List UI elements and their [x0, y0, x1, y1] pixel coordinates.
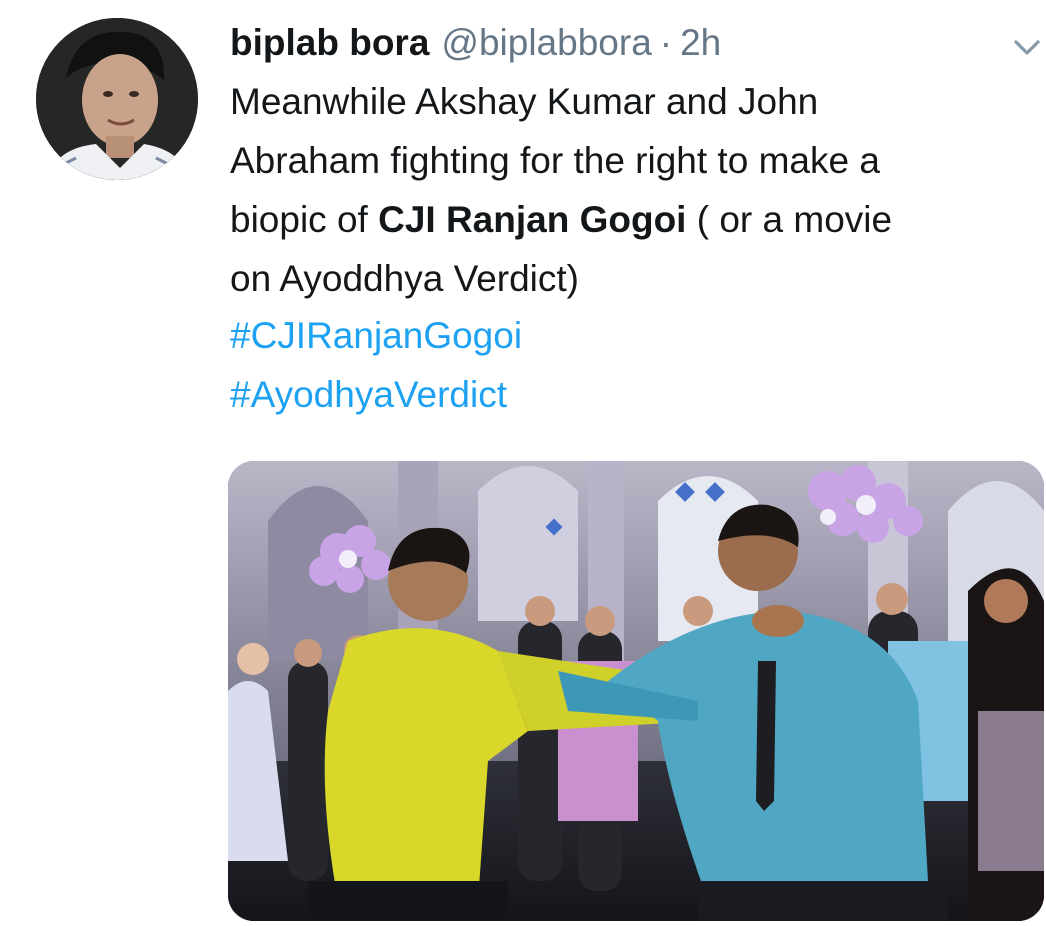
movie-still-illustration: [228, 461, 1044, 921]
tweet-text-line: Abraham fighting for the right to make a: [230, 140, 880, 181]
tweet-text-line: on Ayoddhya Verdict): [230, 258, 580, 299]
chevron-down-icon[interactable]: [1010, 30, 1044, 64]
tweet-card[interactable]: biplab bora @biplabbora · 2h Meanwhile A…: [0, 0, 1046, 926]
tweet-header: biplab bora @biplabbora · 2h: [230, 18, 721, 68]
tweet-text-segment: ( or a movie: [686, 199, 893, 240]
tweet-text-line: biopic of CJI Ranjan Gogoi ( or a movie: [230, 190, 1030, 249]
tweet-media-image[interactable]: [228, 461, 1044, 921]
timestamp[interactable]: 2h: [680, 18, 721, 68]
author-handle[interactable]: @biplabbora: [441, 18, 651, 68]
tweet-text-line: Meanwhile Akshay Kumar and John: [230, 81, 819, 122]
tweet-text-bold: CJI Ranjan Gogoi: [378, 199, 687, 240]
separator-dot: ·: [659, 22, 673, 63]
author-name[interactable]: biplab bora: [230, 18, 429, 68]
avatar[interactable]: [36, 18, 198, 180]
tweet-text-segment: biopic of: [230, 199, 379, 240]
hashtag-link[interactable]: #CJIRanjanGogoi: [230, 306, 522, 365]
hashtag-link[interactable]: #AyodhyaVerdict: [230, 365, 522, 424]
tweet-text: Meanwhile Akshay Kumar and John Abraham …: [230, 72, 1030, 308]
hashtag-list: #CJIRanjanGogoi #AyodhyaVerdict: [230, 306, 522, 424]
